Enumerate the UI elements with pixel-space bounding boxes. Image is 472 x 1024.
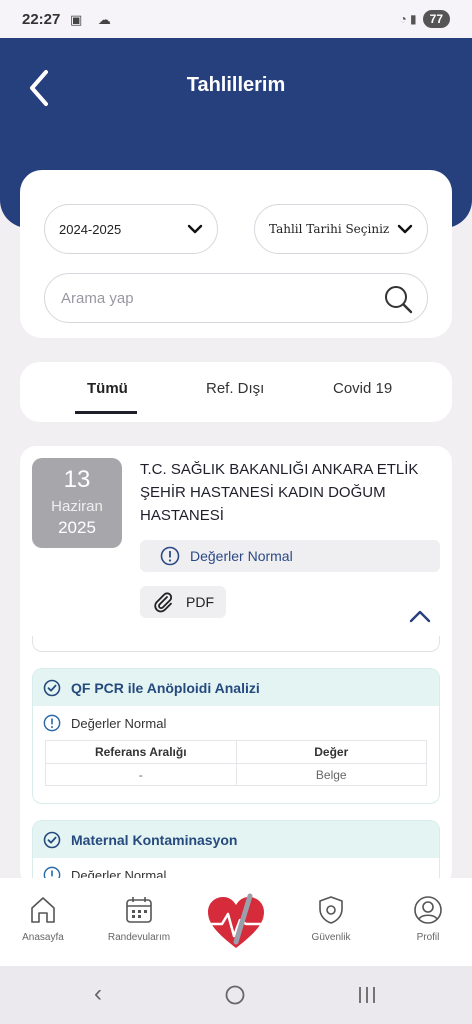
test-header[interactable]: Maternal Kontaminasyon: [33, 821, 439, 858]
home-icon: [31, 897, 55, 923]
tab-all[interactable]: Tümü: [87, 380, 128, 397]
date-year: 2025: [58, 518, 96, 537]
status-bar: 22:27 ▣ ☁ ◔ ▮ 77: [0, 0, 472, 38]
user-icon: [414, 896, 442, 924]
value-header: Değer: [235, 741, 427, 763]
date-badge: 13 Haziran 2025: [32, 458, 122, 548]
nav-profile-label: Profil: [416, 932, 440, 943]
test-status-text: Değerler Normal: [71, 715, 167, 731]
nav-home-label: Anasayfa: [22, 932, 64, 943]
chevron-down-icon: [397, 224, 413, 234]
bottom-navigation: Anasayfa Randevularım Güvenlik Profil: [0, 878, 472, 966]
system-home-icon[interactable]: [224, 984, 246, 1006]
status-badge: Değerler Normal: [140, 540, 440, 572]
pdf-button[interactable]: PDF: [140, 586, 226, 618]
test-name: QF PCR ile Anöploidi Analizi: [71, 679, 260, 696]
search-icon[interactable]: [383, 284, 413, 314]
date-select-value: Tahlil Tarihi Seçiniz: [269, 222, 390, 236]
paperclip-icon: [154, 592, 173, 613]
test-header[interactable]: QF PCR ile Anöploidi Analizi: [33, 669, 439, 706]
date-month: Haziran: [51, 498, 103, 515]
system-navigation-bar: ‹: [0, 966, 472, 1024]
tabs-bar: Tümü Ref. Dışı Covid 19: [20, 362, 452, 422]
notification-icons: ▣ ☁: [70, 12, 117, 27]
shield-gear-icon: [319, 896, 343, 924]
signal-icon: ◔ ▮: [399, 12, 417, 26]
test-value: Belge: [235, 764, 427, 785]
date-select[interactable]: Tahlil Tarihi Seçiniz: [254, 204, 428, 254]
year-select[interactable]: 2024-2025: [44, 204, 218, 254]
calendar-icon: [126, 897, 152, 923]
check-circle-icon: [43, 831, 61, 848]
nav-appointments[interactable]: Randevularım: [94, 894, 184, 943]
year-select-value: 2024-2025: [59, 221, 122, 237]
status-time: 22:27: [22, 11, 61, 28]
system-recents-icon[interactable]: [356, 984, 378, 1006]
result-card: 13 Haziran 2025 T.C. SAĞLIK BAKANLIĞI AN…: [20, 446, 452, 890]
nav-appointments-label: Randevularım: [107, 932, 171, 943]
reference-table: Referans Aralığı Değer - Belge: [45, 740, 427, 786]
search-box[interactable]: [44, 273, 428, 323]
status-text: Değerler Normal: [190, 548, 293, 564]
nav-profile[interactable]: Profil: [383, 894, 472, 943]
ref-header: Referans Aralığı: [94, 745, 187, 759]
test-item: QF PCR ile Anöploidi Analizi Değerler No…: [32, 668, 440, 804]
chevron-down-icon: [187, 224, 203, 234]
nav-security[interactable]: Güvenlik: [286, 894, 376, 943]
tab-out-of-range[interactable]: Ref. Dışı: [206, 380, 264, 397]
health-logo-icon[interactable]: [200, 890, 272, 954]
table-header-row: Referans Aralığı Değer: [46, 741, 426, 763]
active-tab-indicator: [75, 411, 137, 414]
date-day: 13: [63, 466, 91, 493]
chevron-up-icon[interactable]: [408, 608, 432, 624]
check-circle-icon: [43, 679, 61, 696]
info-icon: [43, 714, 61, 732]
pdf-label: PDF: [186, 594, 214, 610]
tab-covid[interactable]: Covid 19: [333, 380, 392, 397]
info-icon: [160, 546, 180, 566]
nav-security-label: Güvenlik: [311, 932, 351, 943]
ref-value: -: [138, 767, 143, 782]
table-row: - Belge: [46, 763, 426, 785]
battery-indicator: 77: [422, 10, 450, 28]
divider: [32, 636, 440, 652]
system-back-icon[interactable]: ‹: [94, 980, 102, 1008]
search-input[interactable]: [61, 289, 361, 307]
test-status: Değerler Normal: [33, 706, 439, 740]
filter-card: 2024-2025 Tahlil Tarihi Seçiniz: [20, 170, 452, 338]
page-title: Tahlillerim: [186, 74, 286, 96]
test-name: Maternal Kontaminasyon: [71, 831, 238, 848]
hospital-name: T.C. SAĞLIK BAKANLIĞI ANKARA ETLİK ŞEHİR…: [140, 461, 419, 524]
nav-home[interactable]: Anasayfa: [0, 894, 88, 943]
